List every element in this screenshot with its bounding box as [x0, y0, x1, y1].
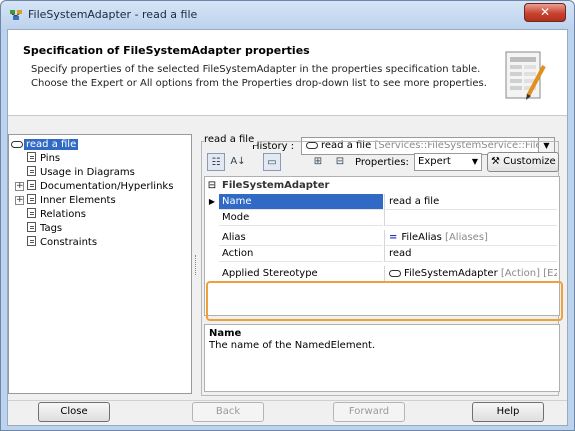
expand-icon[interactable]: +	[15, 196, 24, 205]
table-group-row[interactable]: ⊟ FileSystemAdapter	[205, 178, 557, 194]
properties-toolbar: ☷ A↓ ▭ ⊞ ⊟ Properties: Expert ▼ ⚒ Customi…	[203, 150, 559, 174]
chevron-down-icon: ▼	[471, 157, 478, 166]
table-row[interactable]: Applied Stereotype FileSystemAdapter [Ac…	[205, 266, 557, 282]
property-name: Mode	[219, 210, 383, 226]
header-description-line1: Specify properties of the selected FileS…	[31, 64, 481, 75]
header-description-line2: Choose the Expert or All options from th…	[31, 78, 487, 89]
tree-root[interactable]: read a file	[11, 138, 79, 151]
property-value[interactable]	[384, 210, 557, 226]
property-value: FileAlias	[401, 232, 442, 243]
bottom-separator	[8, 400, 567, 401]
page-icon	[27, 222, 36, 232]
row-gutter	[205, 210, 219, 226]
property-value-cell[interactable]: = FileAlias [Aliases]	[384, 230, 557, 246]
expand-icon[interactable]: +	[15, 182, 24, 191]
group-header: FileSystemAdapter	[222, 180, 330, 191]
close-button[interactable]: Close	[38, 402, 110, 422]
specification-table-icon	[505, 51, 546, 100]
description-title: Name	[209, 328, 242, 339]
tree-item-documentation[interactable]: Documentation/Hyperlinks	[27, 180, 173, 193]
table-row[interactable]: Action read	[205, 246, 557, 262]
page-icon	[27, 194, 36, 204]
collapse-icon[interactable]: ⊟	[205, 178, 219, 194]
equals-icon: =	[389, 232, 398, 243]
property-name: Action	[219, 246, 383, 262]
dialog-window: FileSystemAdapter - read a file ✕ Specif…	[0, 0, 575, 431]
page-icon	[27, 152, 36, 162]
sort-icon[interactable]: A↓	[229, 153, 247, 171]
page-icon	[27, 166, 36, 176]
customize-label: Customize	[503, 156, 556, 167]
tree-item-label: Pins	[40, 153, 61, 164]
property-name: Applied Stereotype	[219, 266, 383, 282]
forward-button[interactable]: Forward	[333, 402, 405, 422]
table-row[interactable]: Mode	[205, 210, 557, 226]
window-title: FileSystemAdapter - read a file	[28, 8, 198, 21]
tree-item-tags[interactable]: Tags	[27, 222, 62, 235]
tree-item-relations[interactable]: Relations	[27, 208, 86, 221]
page-icon	[27, 236, 36, 246]
properties-mode-value: Expert	[418, 156, 451, 167]
dialog-client: Specification of FileSystemAdapter prope…	[7, 29, 568, 426]
properties-label: Properties:	[355, 157, 409, 168]
customize-button[interactable]: ⚒ Customize	[487, 152, 559, 172]
navigation-tree: read a file Pins Usage in Diagrams + Doc…	[8, 134, 192, 394]
property-value-extra: [Action] [E2E	[500, 268, 557, 279]
row-pointer-icon: ▶	[208, 197, 216, 206]
header-title: Specification of FileSystemAdapter prope…	[23, 44, 310, 57]
splitter-grip	[195, 255, 197, 275]
window-close-button[interactable]: ✕	[524, 3, 566, 22]
title-bar: FileSystemAdapter - read a file ✕	[1, 1, 574, 29]
stereotype-icon	[389, 269, 401, 277]
customize-icon: ⚒	[491, 156, 500, 167]
properties-mode-select[interactable]: Expert ▼	[414, 153, 482, 171]
property-name: Alias	[219, 230, 383, 246]
row-gutter	[205, 266, 219, 282]
highlight-frame	[206, 281, 563, 321]
page-icon	[27, 208, 36, 218]
description-toggle-icon[interactable]: ▭	[263, 153, 281, 171]
property-value[interactable]: read	[384, 246, 557, 262]
row-gutter	[205, 230, 219, 246]
tree-item-label: Inner Elements	[40, 195, 116, 206]
tree-item-label: Relations	[40, 209, 86, 220]
tree-item-inner-elements[interactable]: Inner Elements	[27, 194, 116, 207]
property-value-cell[interactable]: FileSystemAdapter [Action] [E2E	[384, 266, 557, 282]
tree-item-label: Constraints	[40, 237, 98, 248]
property-value-extra: [Aliases]	[445, 232, 488, 243]
back-button[interactable]: Back	[192, 402, 264, 422]
table-row[interactable]: ▶ Name read a file	[205, 194, 557, 210]
help-button[interactable]: Help	[472, 402, 544, 422]
collapse-all-icon[interactable]: ⊟	[331, 153, 349, 171]
property-value: FileSystemAdapter	[404, 268, 498, 279]
table-row[interactable]: Alias = FileAlias [Aliases]	[205, 230, 557, 246]
property-name: Name	[219, 194, 383, 210]
properties-panel: read a file ☷ A↓ ▭ ⊞ ⊟ Properties: Exper…	[201, 134, 561, 396]
categorized-icon[interactable]: ☷	[207, 153, 225, 171]
property-value[interactable]: read a file	[384, 194, 557, 210]
properties-group-label: read a file	[204, 134, 258, 145]
tree-item-label: Usage in Diagrams	[40, 167, 135, 178]
app-icon	[10, 10, 22, 20]
tree-item-usage-in-diagrams[interactable]: Usage in Diagrams	[27, 166, 135, 179]
action-icon	[11, 140, 23, 148]
description-text: The name of the NamedElement.	[209, 340, 376, 351]
header-area: Specification of FileSystemAdapter prope…	[8, 30, 567, 116]
tree-item-label: Documentation/Hyperlinks	[40, 181, 174, 192]
tree-item-pins[interactable]: Pins	[27, 152, 60, 165]
description-panel: Name The name of the NamedElement.	[204, 324, 560, 392]
tree-item-label: Tags	[40, 223, 63, 234]
expand-all-icon[interactable]: ⊞	[309, 153, 327, 171]
page-icon	[27, 180, 36, 190]
tree-root-label: read a file	[24, 139, 79, 150]
tree-item-constraints[interactable]: Constraints	[27, 236, 97, 249]
row-gutter	[205, 246, 219, 262]
